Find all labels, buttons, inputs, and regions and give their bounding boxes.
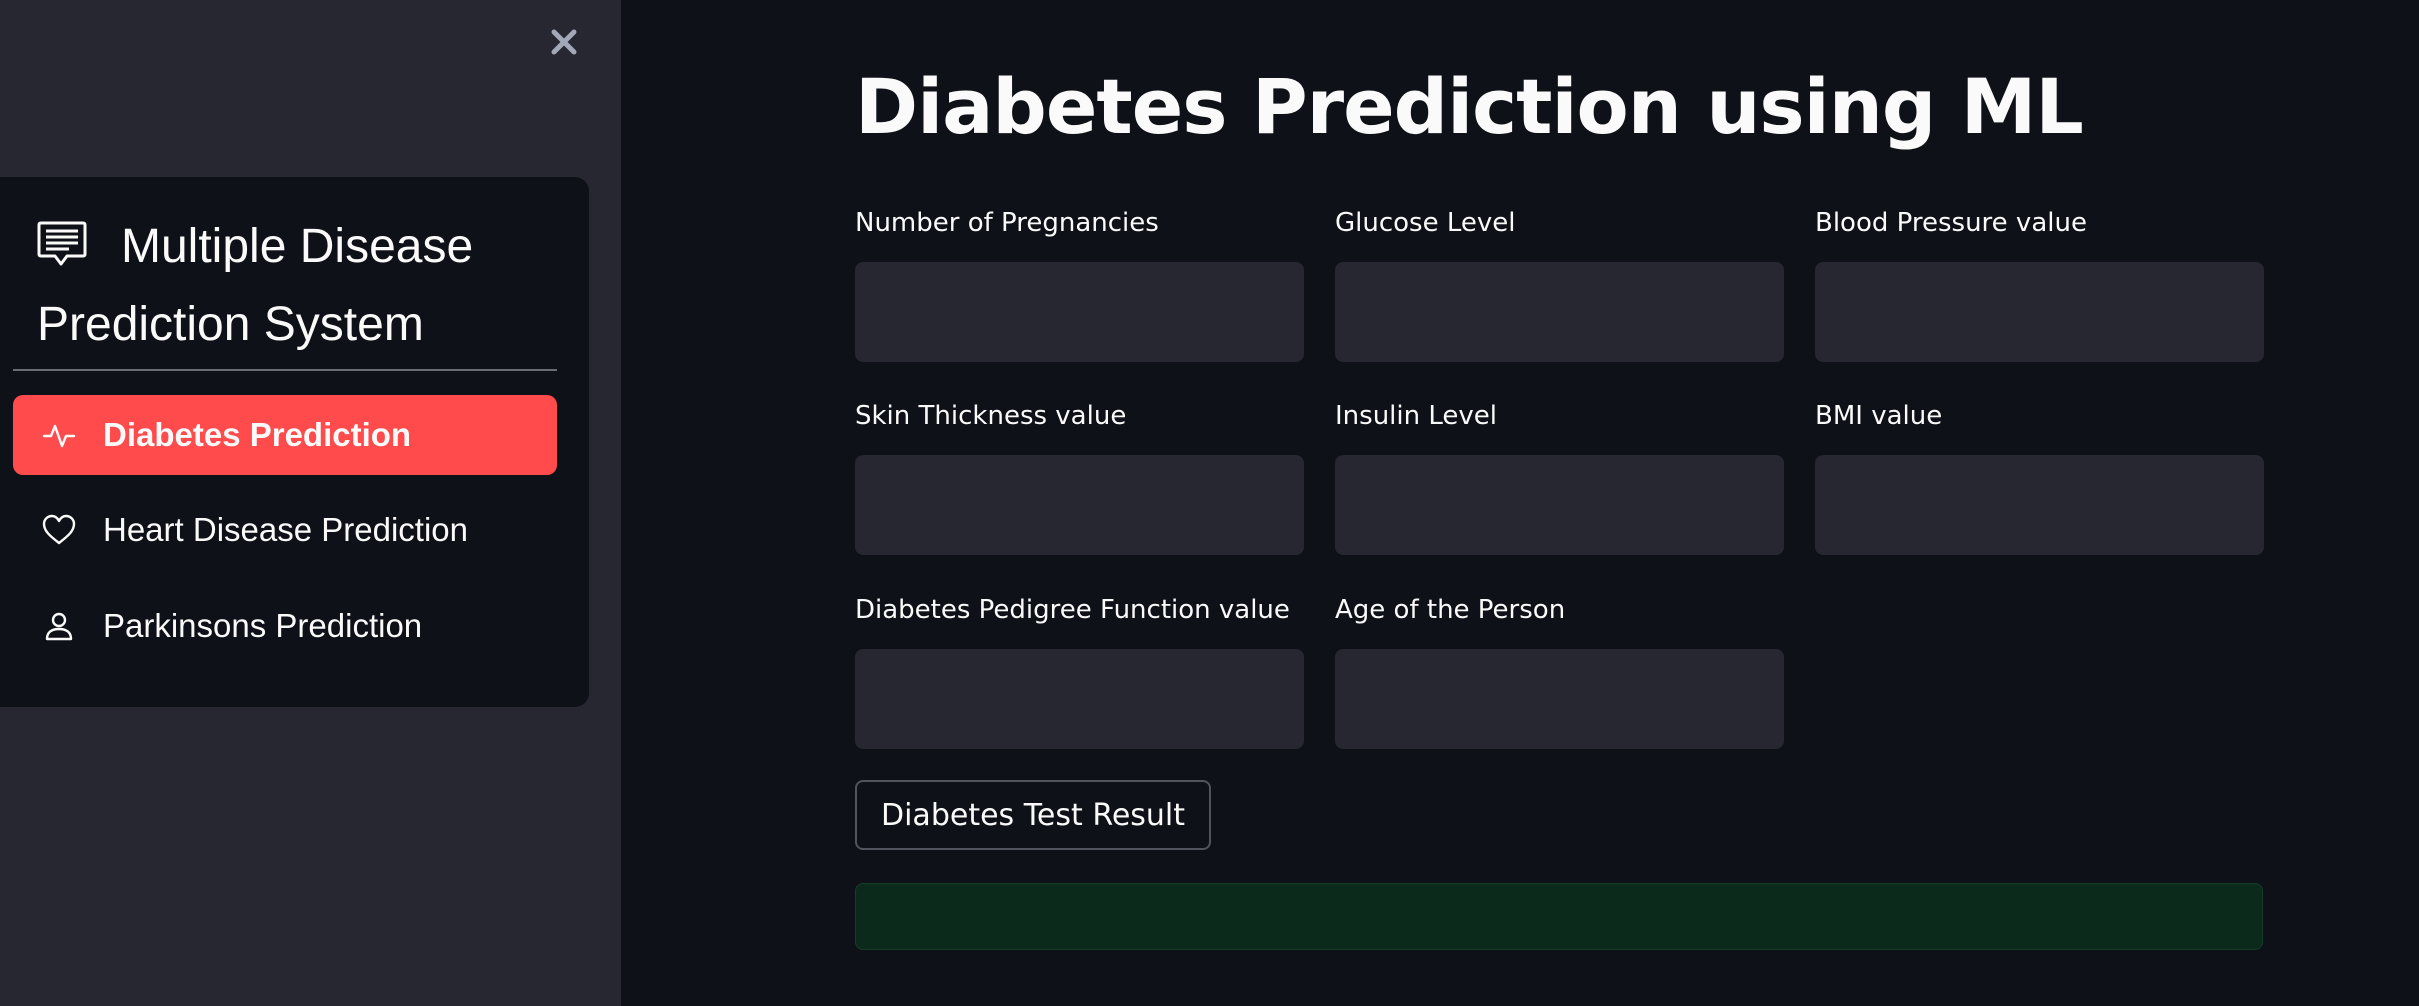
menu-divider: [13, 369, 557, 371]
message-square-text-icon: [37, 217, 87, 289]
nav-item-diabetes-prediction[interactable]: Diabetes Prediction: [13, 395, 557, 475]
field-label: Skin Thickness value: [855, 401, 1127, 431]
pedigree-field: Diabetes Pedigree Function value: [855, 592, 1304, 749]
menu-title: Multiple Disease Prediction System: [37, 220, 474, 351]
menu-header: Multiple Disease Prediction System: [37, 211, 557, 361]
activity-icon: [41, 417, 77, 453]
close-icon: [551, 29, 577, 55]
glucose-field: Glucose Level: [1335, 205, 1784, 362]
field-label: Blood Pressure value: [1815, 208, 2087, 238]
bmi-field: BMI value: [1815, 398, 2264, 555]
result-success-box: [855, 883, 2263, 950]
nav-item-label: Heart Disease Prediction: [103, 511, 468, 548]
pregnancies-input[interactable]: [855, 262, 1304, 362]
option-menu: Multiple Disease Prediction System Diabe…: [0, 177, 589, 707]
field-label: Glucose Level: [1335, 208, 1516, 238]
diabetes-test-result-button[interactable]: Diabetes Test Result: [855, 780, 1212, 850]
nav-item-parkinsons-prediction[interactable]: Parkinsons Prediction: [13, 586, 557, 666]
age-field: Age of the Person: [1335, 592, 1784, 749]
field-label: Insulin Level: [1335, 401, 1497, 431]
app-root: Multiple Disease Prediction System Diabe…: [0, 0, 2419, 1006]
bmi-input[interactable]: [1815, 455, 2264, 555]
close-sidebar-button[interactable]: [544, 22, 584, 62]
insulin-field: Insulin Level: [1335, 398, 1784, 555]
field-label: BMI value: [1815, 401, 1943, 431]
field-label: Number of Pregnancies: [855, 208, 1159, 238]
age-input[interactable]: [1335, 649, 1784, 749]
sidebar: Multiple Disease Prediction System Diabe…: [0, 0, 621, 1006]
blood-pressure-input[interactable]: [1815, 262, 2264, 362]
glucose-input[interactable]: [1335, 262, 1784, 362]
nav-item-label: Diabetes Prediction: [103, 416, 412, 453]
page-title: Diabetes Prediction using ML: [855, 62, 2084, 151]
main-content: Diabetes Prediction using ML Number of P…: [621, 0, 2419, 1006]
pedigree-input[interactable]: [855, 649, 1304, 749]
blood-pressure-field: Blood Pressure value: [1815, 205, 2264, 362]
skin-thickness-input[interactable]: [855, 455, 1304, 555]
nav-item-heart-disease-prediction[interactable]: Heart Disease Prediction: [13, 490, 557, 570]
field-label: Diabetes Pedigree Function value: [855, 595, 1290, 625]
nav-item-label: Parkinsons Prediction: [103, 607, 423, 644]
heart-icon: [41, 512, 77, 548]
skin-thickness-field: Skin Thickness value: [855, 398, 1304, 555]
field-label: Age of the Person: [1335, 595, 1566, 625]
insulin-input[interactable]: [1335, 455, 1784, 555]
person-icon: [41, 608, 77, 644]
pregnancies-field: Number of Pregnancies: [855, 205, 1304, 362]
